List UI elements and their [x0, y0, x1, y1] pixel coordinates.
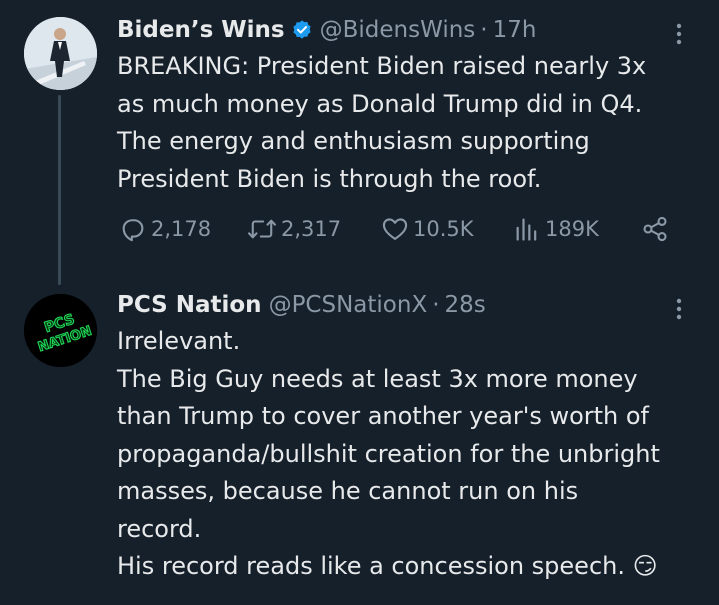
handle[interactable]: @PCSNationX [269, 292, 428, 318]
separator-dot: · [480, 17, 488, 43]
timestamp[interactable]: 17h [493, 17, 537, 43]
repost-count: 2,317 [281, 217, 342, 241]
reply-icon [122, 219, 144, 242]
heart-icon [382, 218, 408, 240]
avatar-photo-icon [24, 17, 97, 90]
separator-dot: · [432, 292, 440, 318]
handle[interactable]: @BidensWins [320, 17, 476, 43]
tweet-action-bar: 2,178 2,317 10.5K 189K [119, 211, 679, 247]
tweet-text: BREAKING: President Biden raised nearly … [117, 52, 647, 193]
tweet-header: PCS Nation @PCSNationX · 28s [117, 287, 691, 323]
more-options-button[interactable] [667, 22, 691, 46]
display-name[interactable]: PCS Nation [117, 292, 262, 318]
more-options-button[interactable] [667, 297, 691, 321]
avatar-bidens-wins[interactable] [24, 17, 97, 90]
views-button[interactable]: 189K [513, 215, 599, 243]
tweet-bidens-wins[interactable]: Biden’s Wins @BidensWins · 17h BREAKING:… [117, 12, 691, 198]
timestamp[interactable]: 28s [445, 292, 486, 318]
views-bar-chart-icon [516, 218, 537, 241]
avatar-pcs-nation[interactable]: PCS NATION [24, 294, 97, 367]
tweet-pcs-nation[interactable]: PCS Nation @PCSNationX · 28s Irrelevant.… [117, 287, 691, 586]
more-vertical-icon [676, 298, 682, 320]
repost-button[interactable]: 2,317 [247, 215, 341, 243]
like-button[interactable]: 10.5K [381, 215, 474, 243]
pcs-nation-logo-icon: PCS NATION [24, 294, 97, 367]
like-count: 10.5K [413, 217, 474, 241]
share-icon [643, 216, 667, 242]
reply-count: 2,178 [151, 217, 212, 241]
more-vertical-icon [676, 23, 682, 45]
thread-connector-line [58, 95, 61, 285]
view-count: 189K [545, 217, 599, 241]
display-name[interactable]: Biden’s Wins [117, 17, 285, 43]
tweet-header: Biden’s Wins @BidensWins · 17h [117, 12, 691, 48]
reply-button[interactable]: 2,178 [119, 215, 211, 243]
repost-icon [248, 219, 276, 239]
share-button[interactable] [641, 215, 669, 243]
tweet-text: Irrelevant. The Big Guy needs at least 3… [117, 327, 660, 580]
verified-badge-icon [291, 19, 313, 41]
